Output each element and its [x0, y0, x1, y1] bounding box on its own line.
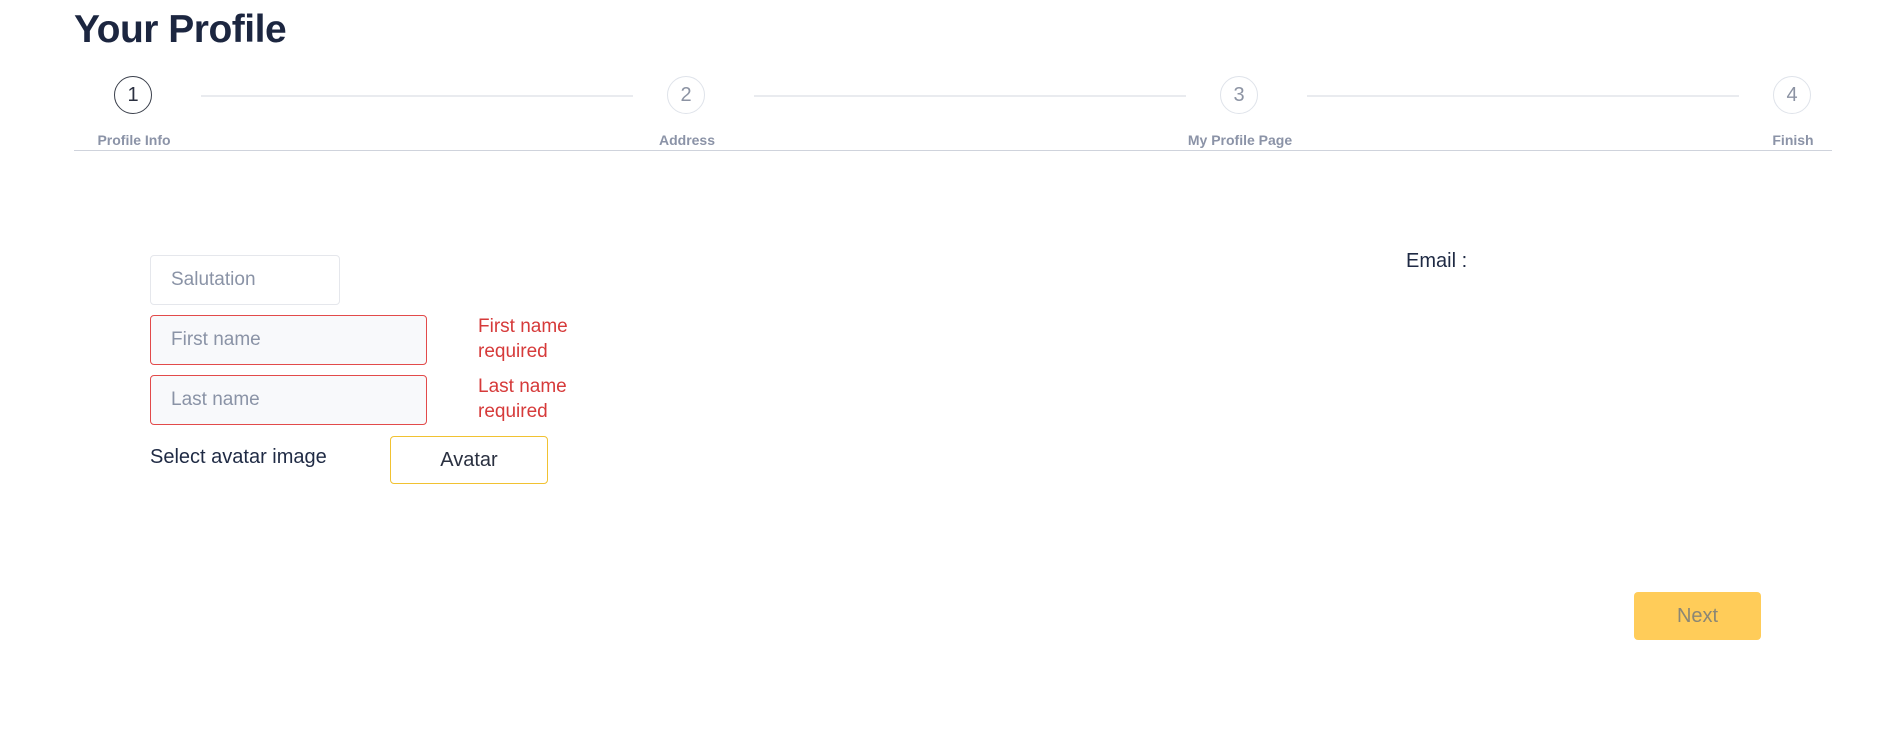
step-label: Profile Info [97, 132, 171, 148]
step-label: My Profile Page [1187, 132, 1293, 148]
page-title: Your Profile [74, 8, 287, 51]
avatar-label: Select avatar image [150, 446, 327, 468]
salutation-input[interactable] [150, 255, 340, 305]
step-number: 3 [1220, 76, 1258, 114]
step-number: 1 [114, 76, 152, 114]
last-name-error: Last name required [478, 376, 567, 422]
email-label: Email : [1406, 250, 1468, 272]
step-label: Finish [1772, 132, 1814, 148]
step-address[interactable]: 2 Address [627, 76, 747, 148]
step-number: 4 [1773, 76, 1811, 114]
step-profile-info[interactable]: 1 Profile Info [74, 76, 194, 148]
first-name-input[interactable] [150, 315, 427, 365]
last-name-input[interactable] [150, 375, 427, 425]
step-connector [754, 95, 1186, 97]
step-my-profile-page[interactable]: 3 My Profile Page [1180, 76, 1300, 148]
step-label: Address [658, 132, 716, 148]
stepper: 1 Profile Info 2 Address 3 My Profile Pa… [74, 72, 1832, 151]
step-connector [1307, 95, 1739, 97]
profile-page: Your Profile 1 Profile Info 2 Address 3 … [0, 0, 1897, 756]
step-finish[interactable]: 4 Finish [1733, 76, 1853, 148]
first-name-error: First name required [478, 316, 568, 362]
step-connector [201, 95, 633, 97]
avatar-button[interactable]: Avatar [390, 436, 548, 484]
step-number: 2 [667, 76, 705, 114]
next-button[interactable]: Next [1634, 592, 1761, 640]
